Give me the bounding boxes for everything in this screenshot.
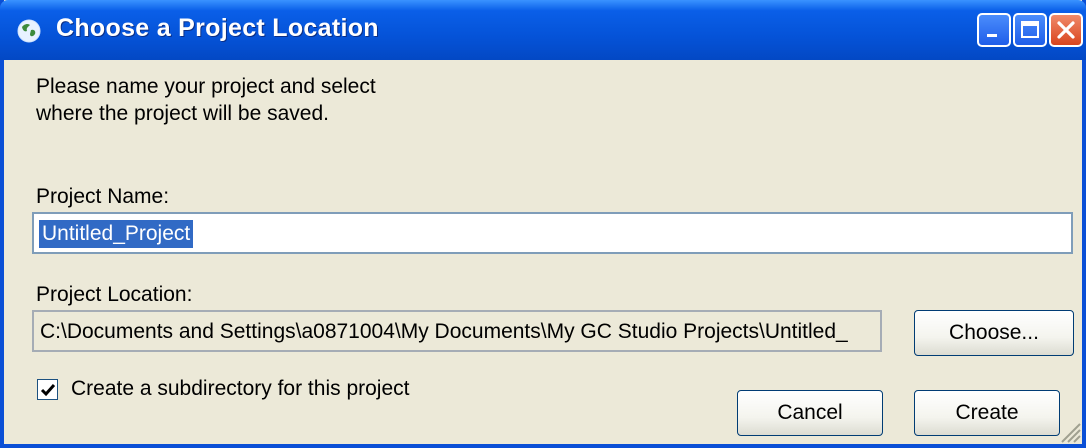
- window-title: Choose a Project Location: [56, 14, 379, 42]
- minimize-icon: [987, 34, 997, 37]
- checkmark-icon: [40, 384, 56, 397]
- project-location-value: C:\Documents and Settings\a0871004\My Do…: [40, 320, 848, 343]
- instructions-line-2: where the project will be saved.: [36, 102, 329, 125]
- globe-icon: [17, 19, 41, 43]
- project-location-label: Project Location:: [36, 283, 193, 306]
- project-name-value: Untitled_Project: [37, 219, 195, 249]
- project-name-input[interactable]: Untitled_Project: [32, 212, 1073, 254]
- choose-button[interactable]: Choose...: [914, 310, 1074, 356]
- subdirectory-label[interactable]: Create a subdirectory for this project: [71, 377, 409, 401]
- create-button[interactable]: Create: [914, 390, 1060, 436]
- resize-grip-icon[interactable]: [1054, 416, 1082, 444]
- dialog-window: Choose a Project Location Please name yo…: [0, 0, 1086, 448]
- maximize-button[interactable]: [1013, 13, 1047, 47]
- close-button[interactable]: [1049, 13, 1083, 47]
- subdirectory-checkbox[interactable]: [37, 379, 58, 400]
- cancel-button[interactable]: Cancel: [737, 390, 883, 436]
- instructions-text: Please name your project and select wher…: [36, 73, 556, 127]
- close-icon: [1057, 21, 1075, 39]
- maximize-icon: [1021, 21, 1039, 38]
- title-bar[interactable]: Choose a Project Location: [0, 0, 1086, 60]
- project-location-input[interactable]: C:\Documents and Settings\a0871004\My Do…: [32, 310, 882, 352]
- minimize-button[interactable]: [977, 13, 1011, 47]
- project-name-label: Project Name:: [36, 185, 170, 208]
- instructions-line-1: Please name your project and select: [36, 75, 376, 98]
